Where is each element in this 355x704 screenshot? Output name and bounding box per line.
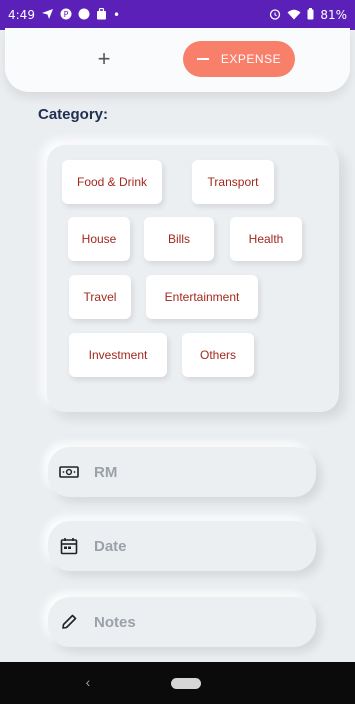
category-chip-others[interactable]: Others [182,333,254,377]
type-toggle-card: + EXPENSE [5,28,350,92]
category-heading: Category: [38,106,109,123]
category-chip-food-drink[interactable]: Food & Drink [62,160,162,204]
battery-icon [307,8,314,22]
add-income-button[interactable]: + [89,42,119,76]
navigation-bar: ‹ [0,662,355,704]
category-chip-investment[interactable]: Investment [69,333,167,377]
circle-icon [78,8,90,22]
plus-icon: + [97,46,111,71]
category-panel: Food & Drink Transport House Bills Healt… [47,145,339,412]
app-notification-icon: P [60,8,72,22]
battery-percent: 81% [320,8,347,22]
category-chip-house[interactable]: House [68,217,130,261]
status-bar: 4:49 P • 81% [0,0,355,30]
status-time: 4:49 [8,8,35,22]
wifi-icon [287,9,301,22]
category-chip-bills[interactable]: Bills [144,217,214,261]
category-chip-entertainment[interactable]: Entertainment [146,275,258,319]
status-left: 4:49 P • [8,7,121,22]
bag-icon [96,7,107,22]
amount-field[interactable] [48,447,316,497]
minus-icon [196,58,209,60]
expense-button[interactable]: EXPENSE [183,41,295,77]
calendar-icon [58,535,80,557]
expense-label: EXPENSE [220,52,282,66]
alarm-icon [269,8,281,22]
svg-text:P: P [64,10,69,19]
notes-input[interactable] [94,613,274,631]
category-chip-health[interactable]: Health [230,217,302,261]
amount-input[interactable] [94,463,274,481]
notes-field[interactable] [48,597,316,647]
date-input[interactable] [94,537,274,555]
pencil-icon [58,611,80,633]
money-icon [58,461,80,483]
status-right: 81% [269,8,347,22]
category-chip-travel[interactable]: Travel [69,275,131,319]
navigation-arrow-icon [41,8,54,22]
home-pill[interactable] [171,678,201,689]
category-chip-transport[interactable]: Transport [192,160,274,204]
status-dot: • [112,8,121,22]
date-field[interactable] [48,521,316,571]
back-icon[interactable]: ‹ [80,672,96,692]
